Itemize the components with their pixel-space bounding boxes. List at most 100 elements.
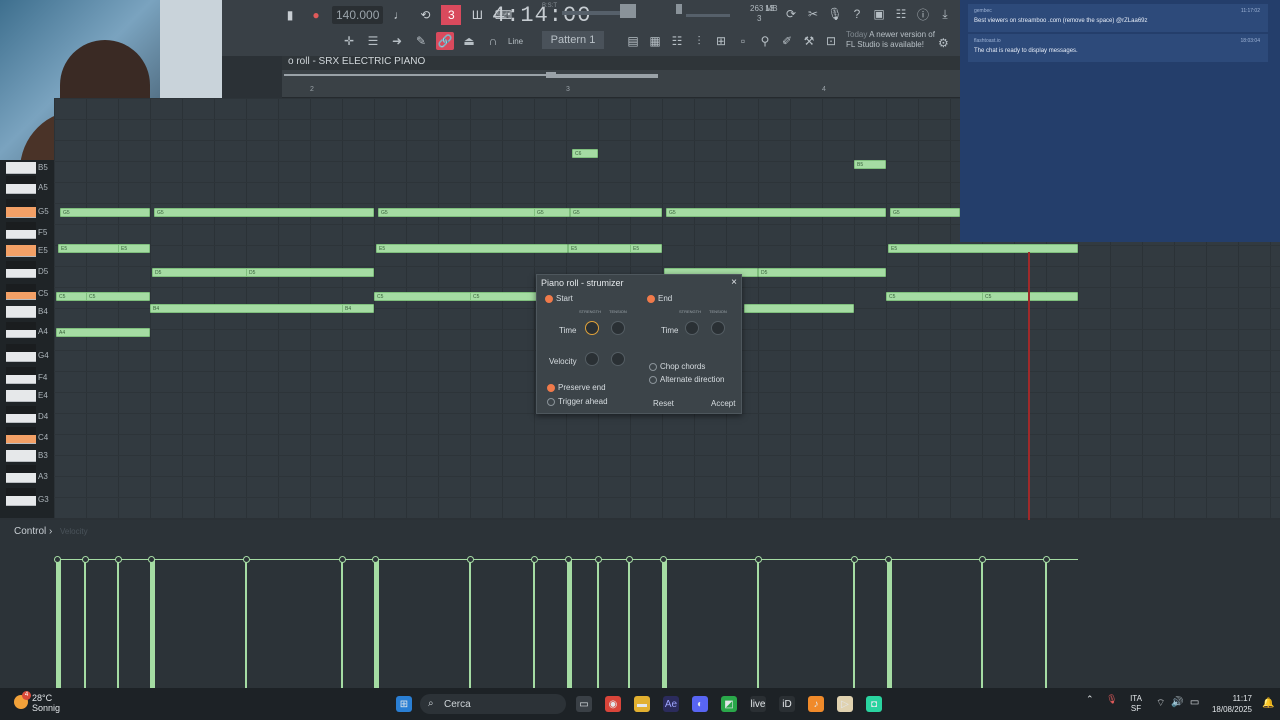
- live-app-icon[interactable]: live: [750, 696, 766, 712]
- reset-button[interactable]: Reset: [653, 399, 674, 408]
- start-radio[interactable]: [545, 295, 553, 303]
- black-key[interactable]: [6, 427, 36, 435]
- camtasia-icon[interactable]: ◩: [721, 696, 737, 712]
- black-key[interactable]: [6, 367, 36, 375]
- microphone-icon[interactable]: 🎙: [826, 5, 844, 23]
- piano-keys-icon[interactable]: ☰: [364, 32, 382, 50]
- preserve-end-radio[interactable]: [547, 384, 555, 392]
- velocity-bar[interactable]: [853, 560, 855, 688]
- note[interactable]: B4: [342, 304, 374, 313]
- black-key[interactable]: [6, 488, 36, 496]
- velocity-handle[interactable]: [885, 556, 892, 563]
- gear-icon[interactable]: ⚙: [938, 36, 949, 50]
- piano-key[interactable]: [6, 245, 36, 257]
- velocity-strength-knob[interactable]: [585, 352, 599, 366]
- pattern-selector[interactable]: Pattern 1: [542, 31, 604, 49]
- note[interactable]: G5: [570, 208, 662, 217]
- note[interactable]: C5: [374, 292, 472, 301]
- velocity-handle[interactable]: [979, 556, 986, 563]
- discord-icon[interactable]: ◐: [692, 696, 708, 712]
- link-icon[interactable]: 🔗: [436, 32, 454, 50]
- help-icon[interactable]: ?: [848, 5, 866, 23]
- black-key[interactable]: [6, 344, 36, 352]
- black-key[interactable]: [6, 406, 36, 414]
- note[interactable]: E5: [630, 244, 662, 253]
- note[interactable]: G5: [534, 208, 570, 217]
- playlist-icon[interactable]: ▤: [624, 32, 642, 50]
- velocity-handle[interactable]: [851, 556, 858, 563]
- piano-key[interactable]: [6, 390, 36, 402]
- tools-icon[interactable]: ⚒: [800, 32, 818, 50]
- save-icon[interactable]: ▣: [870, 5, 888, 23]
- velocity-handle[interactable]: [755, 556, 762, 563]
- chrome-icon[interactable]: ◉: [605, 696, 621, 712]
- loop-record-icon[interactable]: ⟲: [415, 5, 435, 25]
- trigger-ahead-radio[interactable]: [547, 398, 555, 406]
- velocity-handle[interactable]: [243, 556, 250, 563]
- download-icon[interactable]: ⤓: [936, 5, 954, 23]
- piano-key[interactable]: [6, 162, 36, 174]
- velocity-bar[interactable]: [1045, 560, 1047, 688]
- windows-start-icon[interactable]: ⊞: [396, 696, 412, 712]
- black-key[interactable]: [6, 465, 36, 473]
- note[interactable]: E5: [888, 244, 1078, 253]
- velocity-bar[interactable]: [245, 560, 247, 688]
- control-label[interactable]: Control ›: [14, 526, 52, 537]
- velocity-handle[interactable]: [531, 556, 538, 563]
- velocity-bar[interactable]: [533, 560, 535, 688]
- notification-icon[interactable]: 🔔: [1262, 698, 1274, 709]
- note[interactable]: C5: [56, 292, 88, 301]
- velocity-handle[interactable]: [339, 556, 346, 563]
- velocity-bar[interactable]: [757, 560, 759, 688]
- note[interactable]: D5: [246, 268, 374, 277]
- update-hint[interactable]: Today A newer version of FL Studio is av…: [846, 30, 936, 50]
- end-tension-knob[interactable]: [711, 321, 725, 335]
- event-editor[interactable]: [0, 520, 1280, 688]
- undo-icon[interactable]: ⟳: [782, 5, 800, 23]
- chevron-up-icon[interactable]: ⌃: [1086, 694, 1094, 704]
- accept-button[interactable]: Accept: [711, 399, 735, 408]
- note[interactable]: E5: [58, 244, 120, 253]
- velocity-bar[interactable]: [84, 560, 86, 688]
- end-radio[interactable]: [647, 295, 655, 303]
- id-app-icon[interactable]: iD: [779, 696, 795, 712]
- piano-keyboard[interactable]: B5 A5 G5 F5 E5 D5 C5 B4 A4 G4 F4 E4 D4 C4 B3 A3 G3: [0, 160, 54, 518]
- black-key[interactable]: [6, 284, 36, 292]
- piano-key[interactable]: [6, 206, 36, 218]
- velocity-handle[interactable]: [372, 556, 379, 563]
- close-icon[interactable]: ×: [731, 277, 737, 288]
- note[interactable]: B5: [854, 160, 886, 169]
- note[interactable]: [744, 304, 854, 313]
- velocity-bar[interactable]: [469, 560, 471, 688]
- black-key[interactable]: [6, 176, 36, 184]
- note[interactable]: D5: [758, 268, 886, 277]
- velocity-handle[interactable]: [54, 556, 61, 563]
- browser-icon[interactable]: ⊞: [712, 32, 730, 50]
- media-player-icon[interactable]: ▷: [837, 696, 853, 712]
- magnet-icon[interactable]: ∩: [484, 32, 502, 50]
- piano-key[interactable]: [6, 306, 36, 318]
- info-icon[interactable]: ⓘ: [914, 5, 932, 23]
- draw-icon[interactable]: ✎: [412, 32, 430, 50]
- metronome-icon[interactable]: ♩: [389, 5, 409, 25]
- velocity-bar[interactable]: [597, 560, 599, 688]
- crosshair-icon[interactable]: ✛: [340, 32, 358, 50]
- velocity-handle[interactable]: [660, 556, 667, 563]
- search-input[interactable]: Cerca: [420, 694, 566, 714]
- note[interactable]: E5: [118, 244, 150, 253]
- velocity-handle[interactable]: [467, 556, 474, 563]
- fl-studio-icon[interactable]: ♪: [808, 696, 824, 712]
- time-strength-knob[interactable]: [585, 321, 599, 335]
- cut-icon[interactable]: ✂: [804, 5, 822, 23]
- black-key[interactable]: [6, 222, 36, 230]
- note[interactable]: C5: [470, 292, 544, 301]
- wifi-icon[interactable]: ⌔: [1156, 697, 1165, 710]
- snap-select[interactable]: Line: [508, 37, 536, 46]
- chop-chords-radio[interactable]: [649, 363, 657, 371]
- note[interactable]: C5: [886, 292, 984, 301]
- velocity-handle[interactable]: [82, 556, 89, 563]
- system-clock[interactable]: 11:17 18/08/2025: [1204, 693, 1252, 715]
- note[interactable]: G5: [60, 208, 150, 217]
- record-icon[interactable]: ●: [306, 5, 326, 25]
- tempo-display[interactable]: 140.000: [332, 6, 384, 24]
